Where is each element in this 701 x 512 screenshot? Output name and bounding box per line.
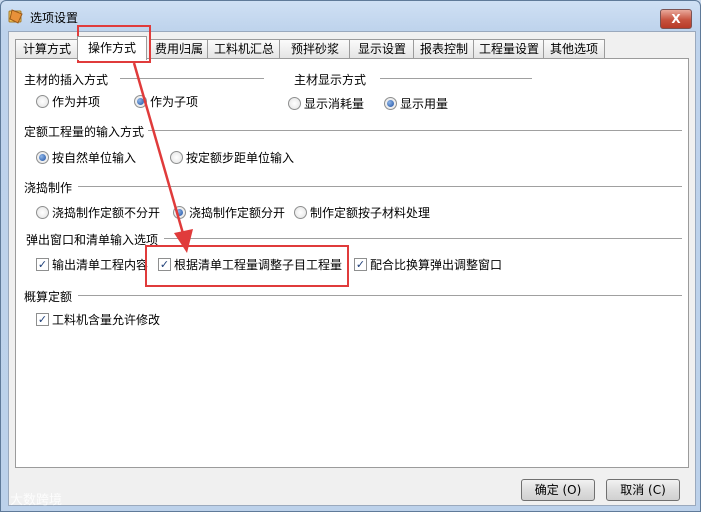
watermark-text: 大数跨境 [10, 493, 63, 508]
options-dialog: 选项设置 X 计算方式 操作方式 费用归属 工料机汇总 预拌砂浆 显示设置 报表… [0, 0, 701, 512]
tab-label: 操作方式 [87, 41, 136, 55]
tab-operation-method[interactable]: 操作方式 [77, 36, 147, 60]
annotation-arrow-icon [132, 62, 193, 253]
